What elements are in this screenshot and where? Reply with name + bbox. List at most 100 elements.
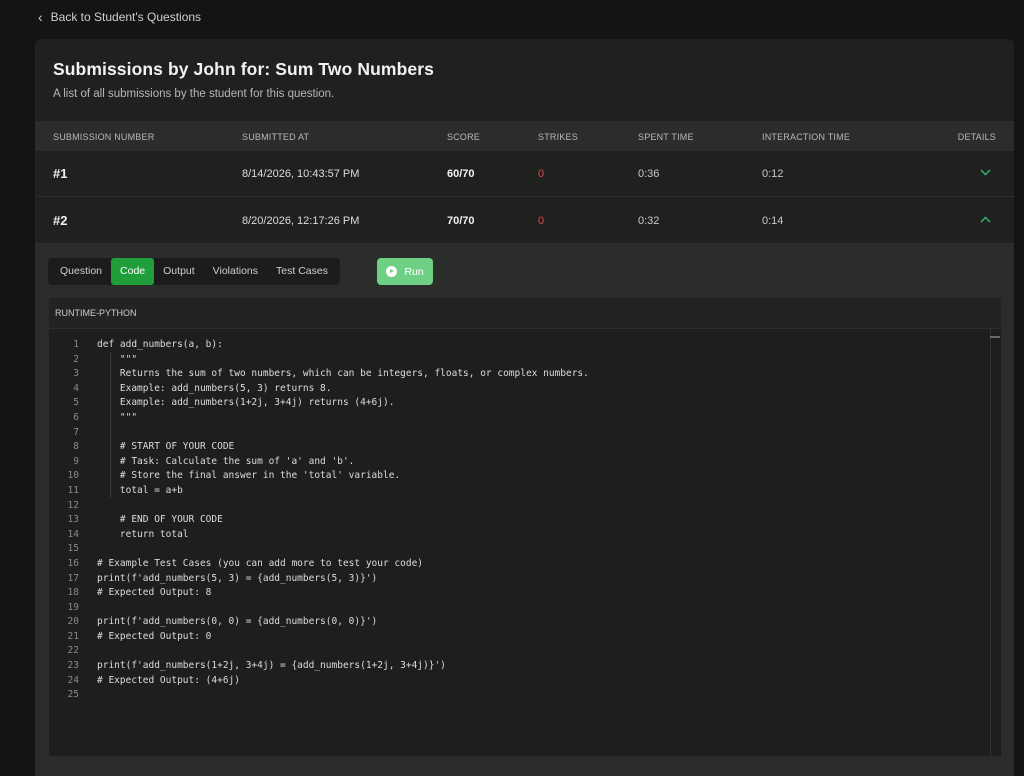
code-line: 24 # Expected Output: (4+6j) (49, 674, 989, 689)
code-line: 16 # Example Test Cases (you can add more… (49, 557, 989, 572)
chevron-left-icon: ‹ (38, 9, 43, 25)
table-row[interactable]: #2 8/20/2026, 12:17:26 PM 70/70 0 0:32 0… (35, 198, 1014, 244)
header-score: SCORE (447, 132, 481, 142)
submissions-panel: Submissions by John for: Sum Two Numbers… (35, 39, 1014, 776)
line-number: 25 (67, 689, 79, 701)
tab-violations[interactable]: Violations (204, 258, 267, 285)
line-number: 16 (67, 557, 79, 569)
page-subtitle: A list of all submissions by the student… (53, 88, 335, 100)
header-submission-number: SUBMISSION NUMBER (53, 132, 155, 142)
strikes: 0 (538, 215, 545, 227)
code-line: 25 (49, 688, 989, 703)
submission-details: Question Code Output Violations Test Cas… (35, 244, 1014, 776)
chevron-up-icon[interactable] (978, 212, 992, 226)
code-editor[interactable]: RUNTIME-PYTHON 1 def add_numbers(a, b): 2 … (48, 297, 1002, 757)
code-line: 23 print(f'add_numbers(1+2j, 3+4j) = {add… (49, 659, 989, 674)
header-details: DETAILS (957, 132, 996, 142)
tab-question[interactable]: Question (51, 258, 111, 285)
back-link-label: Back to Student's Questions (50, 10, 202, 24)
line-content: # START OF YOUR CODE (97, 441, 235, 453)
submitted-at: 8/14/2026, 10:43:57 PM (242, 168, 360, 180)
tab-code[interactable]: Code (111, 258, 155, 285)
header-strikes: STRIKES (538, 132, 578, 142)
line-number: 24 (67, 674, 79, 686)
code-line: 21 # Expected Output: 0 (49, 630, 989, 645)
code-line: 14 return total (49, 528, 989, 543)
code-line: 10 # Store the final answer in the 'tota… (49, 469, 989, 484)
code-line: 5 Example: add_numbers(1+2j, 3+4j) retur… (49, 396, 989, 411)
line-number: 23 (67, 660, 79, 672)
page-title: Submissions by John for: Sum Two Numbers (53, 59, 434, 79)
interaction-time: 0:14 (762, 215, 784, 227)
run-button[interactable]: Run (377, 258, 433, 285)
code-line: 9 # Task: Calculate the sum of 'a' and '… (49, 455, 989, 470)
line-content: Returns the sum of two numbers, which ca… (97, 368, 589, 380)
submission-number: #2 (53, 213, 68, 228)
score: 60/70 (447, 168, 475, 180)
line-content: print(f'add_numbers(5, 3) = {add_numbers… (97, 572, 378, 584)
line-content: print(f'add_numbers(1+2j, 3+4j) = {add_n… (97, 660, 446, 672)
line-content: Example: add_numbers(5, 3) returns 8. (97, 382, 332, 394)
line-content: # Expected Output: 0 (97, 630, 212, 642)
line-content: """ (97, 411, 138, 423)
code-line: 17 print(f'add_numbers(5, 3) = {add_numbe… (49, 572, 989, 587)
runtime-label: RUNTIME-PYTHON (49, 298, 1001, 329)
line-number: 12 (67, 499, 79, 511)
line-number: 10 (67, 470, 79, 482)
code-lines: 1 def add_numbers(a, b): 2 """ 3 Returns th… (49, 338, 989, 703)
header-interaction-time: INTERACTION TIME (762, 132, 851, 142)
line-number: 9 (73, 455, 79, 467)
code-line: 1 def add_numbers(a, b): (49, 338, 989, 353)
tab-test-cases[interactable]: Test Cases (267, 258, 337, 285)
code-line: 12 (49, 499, 989, 514)
spent-time: 0:36 (638, 168, 660, 180)
header-spent-time: SPENT TIME (638, 132, 694, 142)
line-content: Example: add_numbers(1+2j, 3+4j) returns… (97, 397, 395, 409)
line-content: def add_numbers(a, b): (97, 339, 223, 350)
details-tabs: Question Code Output Violations Test Cas… (48, 258, 340, 285)
submission-number: #1 (53, 166, 68, 181)
code-line: 22 (49, 644, 989, 659)
back-link[interactable]: ‹ Back to Student's Questions (38, 10, 201, 24)
line-content: return total (97, 528, 189, 540)
line-number: 7 (73, 426, 79, 438)
line-number: 15 (67, 543, 79, 555)
code-line: 3 Returns the sum of two numbers, which … (49, 367, 989, 382)
line-number: 6 (73, 411, 79, 423)
code-line: 13 # END OF YOUR CODE (49, 513, 989, 528)
submitted-at: 8/20/2026, 12:17:26 PM (242, 215, 360, 227)
code-line: 4 Example: add_numbers(5, 3) returns 8. (49, 382, 989, 397)
line-number: 22 (67, 645, 79, 657)
chevron-down-icon[interactable] (978, 165, 992, 179)
line-number: 4 (73, 382, 79, 394)
code-line: 15 (49, 542, 989, 557)
spent-time: 0:32 (638, 215, 660, 227)
line-content: # Task: Calculate the sum of 'a' and 'b'… (97, 455, 355, 467)
line-content: # END OF YOUR CODE (97, 514, 223, 526)
line-content: # Example Test Cases (you can add more t… (97, 557, 424, 569)
line-content: """ (97, 353, 138, 365)
score: 70/70 (447, 215, 475, 227)
table-header: SUBMISSION NUMBER SUBMITTED AT SCORE STR… (35, 121, 1014, 151)
panel-header: Submissions by John for: Sum Two Numbers… (35, 39, 1014, 121)
line-number: 20 (67, 616, 79, 628)
code-line: 2 """ (49, 353, 989, 368)
run-button-label: Run (404, 265, 424, 278)
scroll-thumb[interactable] (990, 336, 1000, 338)
code-line: 20 print(f'add_numbers(0, 0) = {add_numbe… (49, 615, 989, 630)
line-content: # Expected Output: 8 (97, 587, 212, 599)
line-number: 5 (73, 397, 79, 409)
line-number: 19 (67, 601, 79, 613)
strikes: 0 (538, 168, 545, 180)
line-number: 1 (73, 339, 79, 350)
code-line: 6 """ (49, 411, 989, 426)
line-number: 11 (67, 484, 79, 496)
code-line: 7 (49, 426, 989, 441)
line-number: 2 (73, 353, 79, 365)
editor-scrollbar[interactable] (990, 329, 1001, 757)
line-number: 21 (67, 630, 79, 642)
tab-output[interactable]: Output (154, 258, 204, 285)
header-submitted-at: SUBMITTED AT (242, 132, 310, 142)
table-row[interactable]: #1 8/14/2026, 10:43:57 PM 60/70 0 0:36 0… (35, 151, 1014, 197)
code-line: 8 # START OF YOUR CODE (49, 440, 989, 455)
